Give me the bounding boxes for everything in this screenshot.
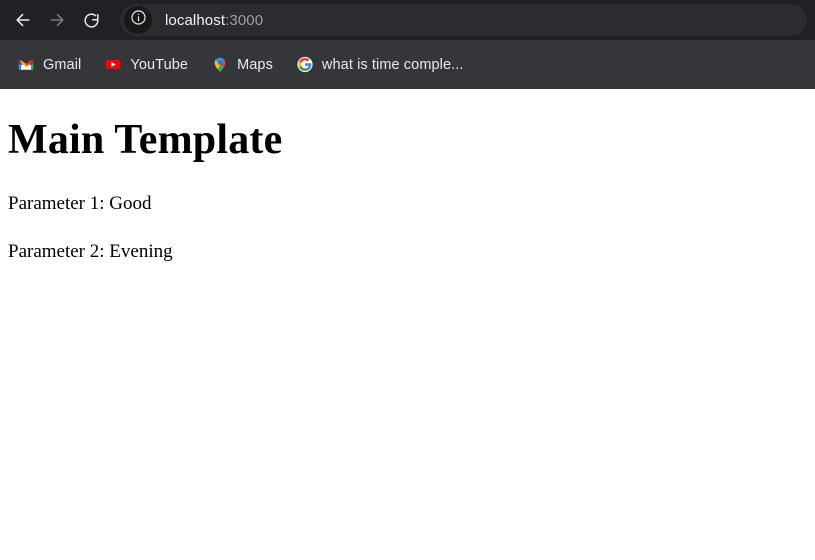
site-info-button[interactable] [124,6,152,34]
browser-toolbar: localhost:3000 [0,0,815,40]
bookmark-maps[interactable]: Maps [204,50,281,80]
reload-icon [82,11,101,30]
url-host: localhost [165,11,226,29]
youtube-icon [105,57,121,73]
reload-button[interactable] [76,5,106,35]
bookmark-label: what is time comple... [321,56,464,73]
url-port-path: :3000 [225,11,264,29]
forward-button[interactable] [42,5,72,35]
bookmark-youtube[interactable]: YouTube [97,50,196,80]
page-content: Main Template Parameter 1: Good Paramete… [0,117,815,560]
google-maps-icon [212,57,228,73]
bookmark-label: Maps [237,56,273,73]
address-bar[interactable]: localhost:3000 [120,4,807,36]
parameter-2-text: Parameter 2: Evening [8,241,173,263]
bookmark-label: Gmail [43,56,82,73]
bookmark-gmail[interactable]: Gmail [10,50,89,80]
bookmark-label: YouTube [130,56,189,73]
bookmark-search-query[interactable]: what is time comple... [289,50,472,80]
url-text: localhost:3000 [165,12,263,29]
bookmarks-bar: Gmail YouTube Maps what is time comple..… [0,40,815,89]
gmail-icon [18,57,34,73]
info-circle-icon [130,9,147,31]
google-icon [297,56,313,73]
forward-arrow-icon [47,10,67,30]
back-button[interactable] [8,5,38,35]
page-title: Main Template [8,117,283,163]
browser-chrome: localhost:3000 Gmail YouTube Maps what i… [0,0,815,89]
back-arrow-icon [13,10,33,30]
parameter-1-text: Parameter 1: Good [8,193,152,215]
